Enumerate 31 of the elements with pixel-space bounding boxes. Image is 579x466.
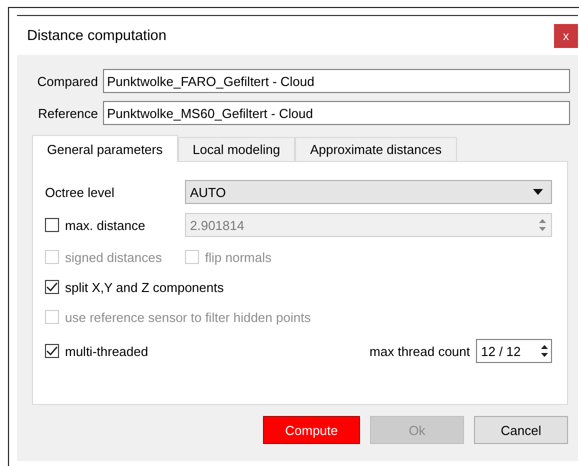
spin-value: 12 / 12 <box>481 344 521 358</box>
dialog-button[interactable]: Cancel <box>474 416 568 444</box>
cloud-field[interactable]: Punktwolke_MS60_Gefiltert - Cloud <box>103 101 570 125</box>
spin-arrows-icon[interactable] <box>540 343 549 359</box>
compute-button[interactable]: Compute <box>263 416 360 444</box>
checkbox-label: max. distance <box>65 218 146 232</box>
cloud-field[interactable]: Punktwolke_FARO_Gefiltert - Cloud <box>103 69 570 93</box>
thread-count-spinbox[interactable]: 12 / 12 <box>476 339 552 363</box>
window-title: Distance computation <box>27 28 166 44</box>
checkbox[interactable] <box>45 344 59 358</box>
dropdown-value: AUTO <box>190 184 226 200</box>
octree-dropdown[interactable]: AUTO <box>185 180 552 204</box>
close-button[interactable]: x <box>554 24 578 48</box>
checkbox-label: signed distances <box>65 250 162 264</box>
spin-label: max thread count <box>370 344 470 358</box>
checkmark-icon <box>46 282 58 292</box>
checkbox[interactable] <box>45 218 59 232</box>
octree-label: Octree level <box>45 184 116 200</box>
checkbox-label: multi-threaded <box>65 344 148 358</box>
checkbox-label: flip normals <box>205 250 272 264</box>
checkbox-label: split X,Y and Z components <box>65 280 224 294</box>
tab[interactable]: Local modeling <box>178 137 296 161</box>
tab[interactable]: Approximate distances <box>295 137 457 161</box>
field-label: Reference <box>37 106 98 120</box>
checkbox[interactable] <box>45 280 59 294</box>
dropdown-arrow-icon <box>533 189 543 195</box>
field-value: 2.901814 <box>190 218 244 232</box>
checkbox-label: use reference sensor to filter hidden points <box>65 310 311 324</box>
field-label: Compared <box>36 74 98 88</box>
tab[interactable]: General parameters <box>32 135 178 162</box>
checkmark-icon <box>46 346 58 356</box>
